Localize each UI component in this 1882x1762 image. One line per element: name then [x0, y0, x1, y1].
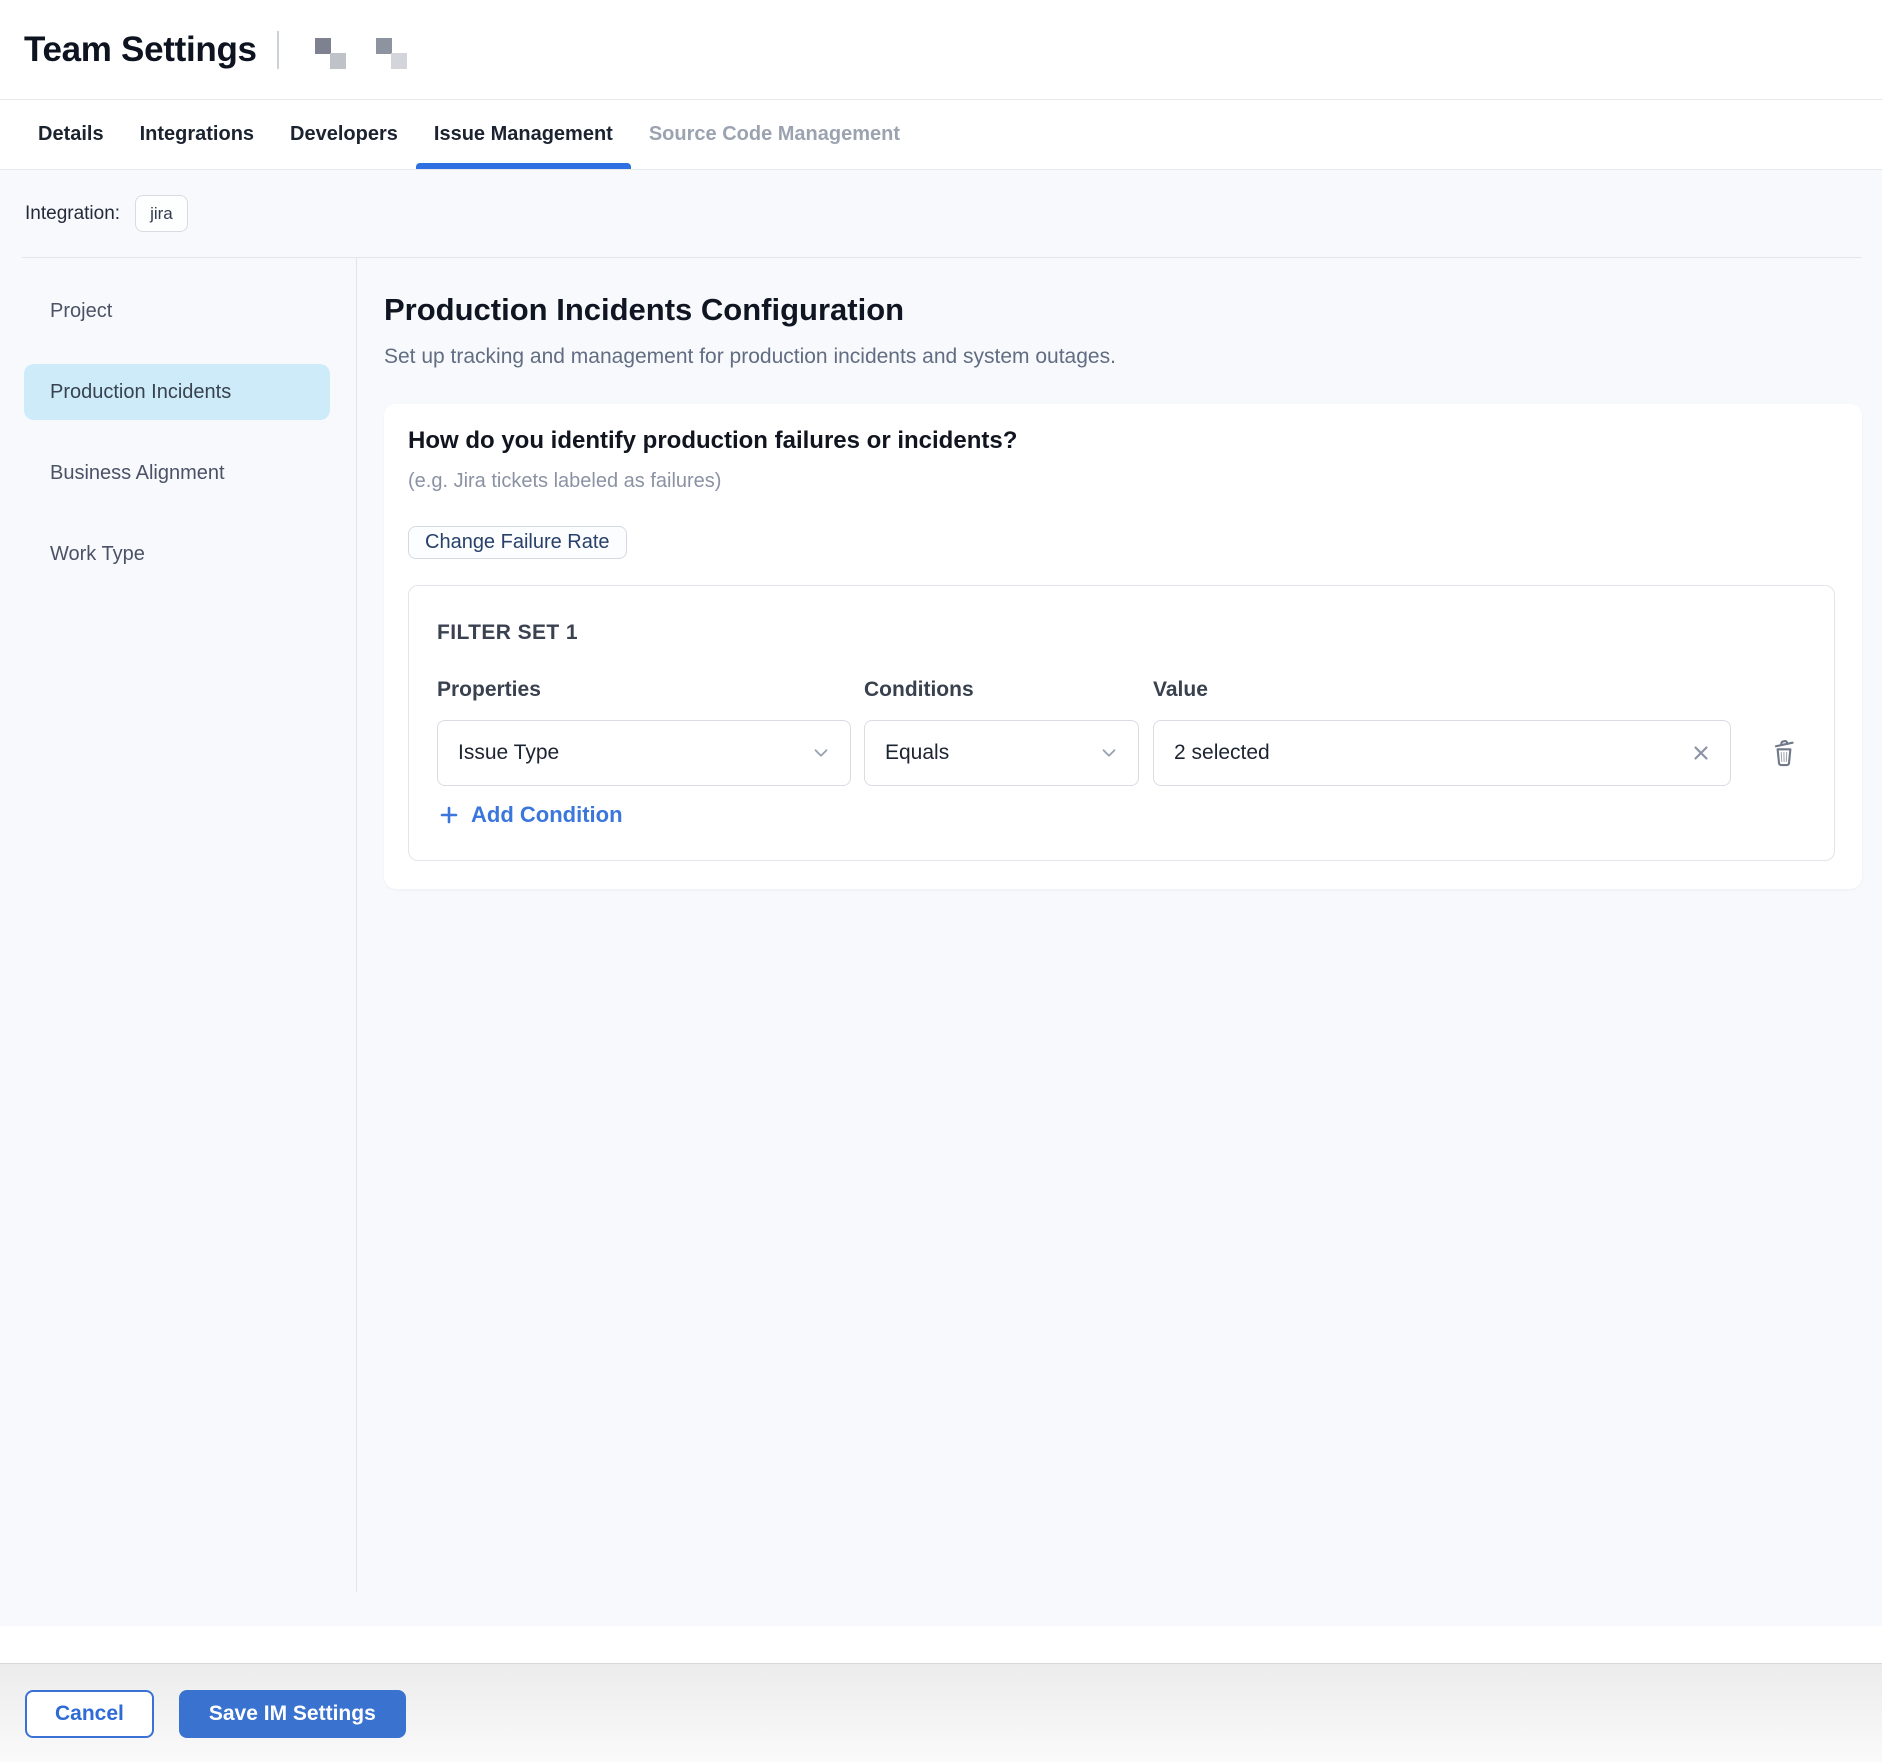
property-select[interactable]: Issue Type: [437, 720, 851, 786]
integration-row: Integration: jira: [0, 170, 1882, 257]
section-subheading: Set up tracking and management for produ…: [384, 343, 1862, 370]
sidebar-item-label: Production Incidents: [50, 381, 231, 404]
filter-column-headers: Properties Conditions Value: [437, 678, 1806, 702]
main-panel: Production Incidents Configuration Set u…: [357, 258, 1882, 1626]
team-settings-page: Team Settings Details Integrations Devel…: [0, 0, 1882, 1762]
section-heading: Production Incidents Configuration: [384, 291, 1862, 329]
cancel-button[interactable]: Cancel: [25, 1690, 154, 1738]
column-header-value: Value: [1153, 678, 1806, 702]
active-tab-underline: [416, 163, 631, 169]
integration-value-badge: jira: [135, 195, 188, 232]
square-dark-icon: [376, 38, 392, 54]
settings-sidebar: Project Production Incidents Business Al…: [0, 258, 357, 1592]
value-multiselect[interactable]: 2 selected: [1153, 720, 1731, 786]
column-header-conditions: Conditions: [864, 678, 1153, 702]
filter-condition-row: Issue Type Equals: [437, 720, 1806, 786]
sidebar-item-business-alignment[interactable]: Business Alignment: [24, 445, 330, 501]
tab-label: Issue Management: [434, 123, 613, 146]
settings-columns: Project Production Incidents Business Al…: [0, 258, 1882, 1626]
tab-source-code-management[interactable]: Source Code Management: [631, 100, 918, 169]
plus-icon: [437, 803, 461, 827]
content-area: Integration: jira Project Production Inc…: [0, 170, 1882, 1626]
tab-label: Integrations: [140, 123, 254, 146]
tab-label: Developers: [290, 123, 398, 146]
sidebar-item-work-type[interactable]: Work Type: [24, 526, 330, 582]
filter-set-title: FILTER SET 1: [437, 622, 1806, 644]
tab-bar: Details Integrations Developers Issue Ma…: [0, 99, 1882, 170]
tab-label: Source Code Management: [649, 123, 900, 146]
square-dark-icon: [315, 38, 331, 54]
value-selected-count: 2 selected: [1174, 741, 1270, 765]
placeholder-squares-icon-1: [315, 38, 347, 70]
sidebar-item-production-incidents[interactable]: Production Incidents: [24, 364, 330, 420]
sidebar-item-label: Project: [50, 300, 112, 323]
card-question-hint: (e.g. Jira tickets labeled as failures): [408, 468, 1835, 494]
title-divider: [277, 31, 279, 69]
footer-spacer: [0, 1626, 1882, 1663]
tab-label: Details: [38, 123, 104, 146]
square-light-icon: [330, 53, 346, 69]
integration-label: Integration:: [25, 203, 120, 225]
header: Team Settings: [0, 0, 1882, 99]
chevron-down-icon: [1098, 742, 1120, 764]
condition-select-value: Equals: [885, 741, 949, 765]
add-condition-label: Add Condition: [471, 802, 623, 828]
tab-issue-management[interactable]: Issue Management: [416, 100, 631, 169]
footer-action-bar: Cancel Save IM Settings: [0, 1663, 1882, 1762]
clear-selection-icon[interactable]: [1690, 742, 1712, 764]
change-failure-rate-chip[interactable]: Change Failure Rate: [408, 526, 627, 559]
column-header-properties: Properties: [437, 678, 864, 702]
sidebar-item-label: Work Type: [50, 543, 145, 566]
incidents-config-card: How do you identify production failures …: [384, 404, 1862, 889]
property-select-value: Issue Type: [458, 741, 559, 765]
condition-select[interactable]: Equals: [864, 720, 1139, 786]
filter-set-box: FILTER SET 1 Properties Conditions Value…: [408, 585, 1835, 861]
sidebar-item-label: Business Alignment: [50, 462, 225, 485]
chevron-down-icon: [810, 742, 832, 764]
tab-integrations[interactable]: Integrations: [122, 100, 272, 169]
placeholder-squares-icon-2: [376, 38, 408, 70]
delete-condition-button[interactable]: [1767, 736, 1801, 770]
page-title: Team Settings: [24, 30, 257, 70]
sidebar-item-project[interactable]: Project: [24, 283, 330, 339]
trash-icon: [1767, 736, 1801, 770]
add-condition-button[interactable]: Add Condition: [437, 802, 623, 828]
save-im-settings-button[interactable]: Save IM Settings: [179, 1690, 406, 1738]
tab-details[interactable]: Details: [20, 100, 122, 169]
card-question: How do you identify production failures …: [408, 426, 1835, 456]
tab-developers[interactable]: Developers: [272, 100, 416, 169]
square-light-icon: [391, 53, 407, 69]
